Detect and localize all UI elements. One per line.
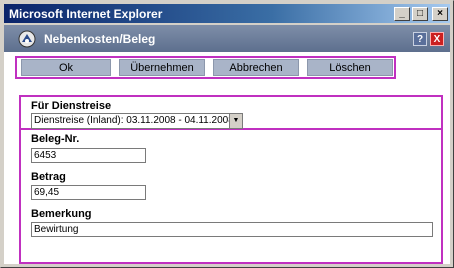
ok-button[interactable]: Ok: [21, 59, 111, 76]
note-label: Bemerkung: [31, 208, 92, 220]
dialog-header: Nebenkosten/Beleg ? X: [4, 25, 450, 52]
close-icon[interactable]: X: [430, 31, 444, 46]
trip-label: Für Dienstreise: [31, 100, 112, 112]
trip-select[interactable]: Dienstreise (Inland): 03.11.2008 - 04.11…: [31, 113, 243, 129]
dialog-title: Nebenkosten/Beleg: [44, 31, 156, 46]
action-toolbar: Ok Übernehmen Abbrechen Löschen: [15, 56, 396, 79]
chevron-down-icon[interactable]: ▼: [229, 114, 242, 128]
window-close-button[interactable]: ×: [432, 6, 448, 21]
window-titlebar: Microsoft Internet Explorer _ □ ×: [4, 4, 450, 23]
trip-select-value: Dienstreise (Inland): 03.11.2008 - 04.11…: [34, 115, 234, 126]
amount-field[interactable]: 69,45: [31, 185, 146, 200]
amount-label: Betrag: [31, 171, 66, 183]
apply-button[interactable]: Übernehmen: [119, 59, 205, 76]
browser-window: Microsoft Internet Explorer _ □ × Nebenk…: [0, 0, 454, 268]
trip-section: Für Dienstreise Dienstreise (Inland): 03…: [19, 95, 443, 130]
minimize-button[interactable]: _: [394, 6, 410, 21]
maximize-button[interactable]: □: [412, 6, 428, 21]
help-icon[interactable]: ?: [413, 31, 427, 46]
dialog-content: Nebenkosten/Beleg ? X Ok Übernehmen Abbr…: [4, 25, 450, 264]
delete-button[interactable]: Löschen: [307, 59, 393, 76]
app-logo-icon: [18, 30, 36, 47]
cancel-button[interactable]: Abbrechen: [213, 59, 299, 76]
note-field[interactable]: Bewirtung: [31, 222, 433, 237]
details-section: Beleg-Nr. 6453 Betrag 69,45 Bemerkung Be…: [19, 130, 443, 264]
window-controls: _ □ ×: [394, 6, 450, 21]
window-title: Microsoft Internet Explorer: [9, 6, 163, 21]
receipt-number-field[interactable]: 6453: [31, 148, 146, 163]
receipt-label: Beleg-Nr.: [31, 133, 80, 145]
